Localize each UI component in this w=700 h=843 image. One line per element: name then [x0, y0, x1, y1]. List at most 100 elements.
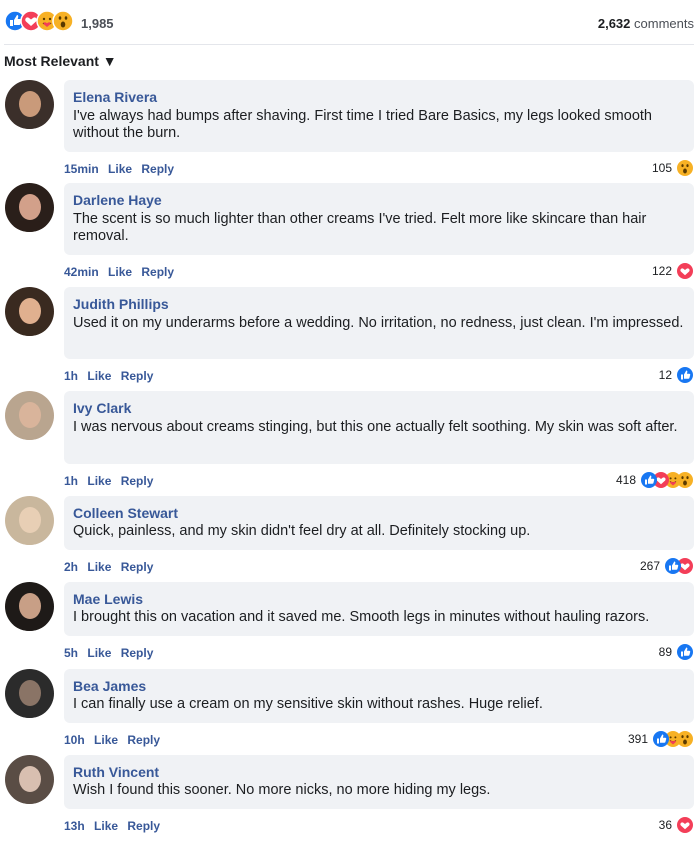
like-button[interactable]: Like — [87, 474, 111, 488]
avatar[interactable] — [5, 287, 54, 336]
reaction-icons[interactable] — [4, 10, 76, 32]
comment-reactions[interactable]: 391 — [628, 730, 694, 748]
comment-count-label: comments — [634, 16, 694, 31]
comment-item: Bea James I can finally use a cream on m… — [0, 669, 700, 751]
comment-reactions[interactable]: 105 — [652, 159, 694, 177]
like-icon — [677, 367, 693, 383]
comment-text: Quick, painless, and my skin didn't feel… — [73, 523, 531, 539]
wow-icon — [52, 10, 74, 32]
commenter-name[interactable]: Darlene Haye — [73, 192, 162, 208]
comment-bubble: Elena Rivera I've always had bumps after… — [64, 80, 694, 152]
divider — [4, 44, 694, 45]
comment-reactions[interactable]: 36 — [659, 816, 694, 834]
wow-icon — [677, 160, 693, 176]
comment-bubble: Judith Phillips Used it on my underarms … — [64, 287, 694, 359]
commenter-name[interactable]: Colleen Stewart — [73, 505, 178, 521]
comment-item: Mae Lewis I brought this on vacation and… — [0, 582, 700, 664]
like-button[interactable]: Like — [108, 265, 132, 279]
like-icon — [641, 472, 657, 488]
comment-count[interactable]: 2,632 comments — [598, 16, 694, 31]
comment-timestamp[interactable]: 15min — [64, 162, 99, 176]
comment-text: I was nervous about creams stinging, but… — [73, 419, 678, 435]
reply-button[interactable]: Reply — [121, 560, 154, 574]
like-icon — [653, 731, 669, 747]
comment-actions: 1h Like Reply — [64, 474, 159, 488]
comment-timestamp[interactable]: 2h — [64, 560, 78, 574]
like-button[interactable]: Like — [108, 162, 132, 176]
comment-reactions[interactable]: 122 — [652, 262, 694, 280]
reaction-count: 36 — [658, 818, 672, 832]
reaction-total[interactable]: 1,985 — [81, 16, 114, 31]
comment-bubble: Darlene Haye The scent is so much lighte… — [64, 183, 694, 255]
reaction-count: 89 — [658, 645, 672, 659]
avatar[interactable] — [5, 582, 54, 631]
comment-item: Judith Phillips Used it on my underarms … — [0, 287, 700, 387]
comment-timestamp[interactable]: 1h — [64, 474, 78, 488]
reaction-count: 12 — [658, 368, 672, 382]
comment-reactions[interactable]: 418 — [616, 471, 694, 489]
comment-actions: 5h Like Reply — [64, 646, 159, 660]
reaction-summary-bar: 1,985 2,632 comments — [0, 0, 700, 44]
comment-timestamp[interactable]: 13h — [64, 819, 85, 833]
comment-text: I brought this on vacation and it saved … — [73, 609, 650, 625]
avatar[interactable] — [5, 755, 54, 804]
comment-actions: 13h Like Reply — [64, 819, 166, 833]
commenter-name[interactable]: Ruth Vincent — [73, 764, 159, 780]
reaction-count: 267 — [639, 559, 660, 573]
reply-button[interactable]: Reply — [121, 646, 154, 660]
comment-timestamp[interactable]: 42min — [64, 265, 99, 279]
comment-reactions[interactable]: 12 — [659, 366, 694, 384]
commenter-name[interactable]: Mae Lewis — [73, 591, 143, 607]
love-icon — [677, 817, 693, 833]
comment-text: I can finally use a cream on my sensitiv… — [73, 696, 543, 712]
reaction-count: 122 — [651, 264, 672, 278]
reaction-count: 391 — [627, 732, 648, 746]
comment-actions: 42min Like Reply — [64, 265, 180, 279]
comment-text: Wish I found this sooner. No more nicks,… — [73, 782, 491, 798]
sort-dropdown[interactable]: Most Relevant ▼ — [4, 53, 117, 69]
reply-button[interactable]: Reply — [121, 369, 154, 383]
commenter-name[interactable]: Elena Rivera — [73, 89, 157, 105]
comment-item: Ivy Clark I was nervous about creams sti… — [0, 391, 700, 492]
comment-reactions[interactable]: 267 — [640, 557, 694, 575]
reply-button[interactable]: Reply — [141, 265, 174, 279]
commenter-name[interactable]: Ivy Clark — [73, 400, 131, 416]
comment-item: Colleen Stewart Quick, painless, and my … — [0, 496, 700, 578]
comment-bubble: Bea James I can finally use a cream on m… — [64, 669, 694, 723]
like-button[interactable]: Like — [87, 369, 111, 383]
reply-button[interactable]: Reply — [141, 162, 174, 176]
commenter-name[interactable]: Bea James — [73, 678, 146, 694]
comment-count-number: 2,632 — [597, 16, 631, 31]
reply-button[interactable]: Reply — [127, 733, 160, 747]
comment-actions: 10h Like Reply — [64, 733, 166, 747]
comment-timestamp[interactable]: 1h — [64, 369, 78, 383]
reaction-count: 105 — [651, 161, 672, 175]
comment-bubble: Colleen Stewart Quick, painless, and my … — [64, 496, 694, 550]
avatar[interactable] — [5, 183, 54, 232]
like-button[interactable]: Like — [87, 646, 111, 660]
like-icon — [677, 644, 693, 660]
like-button[interactable]: Like — [94, 819, 118, 833]
like-button[interactable]: Like — [94, 733, 118, 747]
comment-item: Ruth Vincent Wish I found this sooner. N… — [0, 755, 700, 837]
reply-button[interactable]: Reply — [127, 819, 160, 833]
comment-text: The scent is so much lighter than other … — [73, 211, 647, 244]
comment-reactions[interactable]: 89 — [659, 643, 694, 661]
comment-timestamp[interactable]: 5h — [64, 646, 78, 660]
commenter-name[interactable]: Judith Phillips — [73, 296, 169, 312]
avatar[interactable] — [5, 496, 54, 545]
comment-item: Elena Rivera I've always had bumps after… — [0, 80, 700, 180]
comment-actions: 15min Like Reply — [64, 162, 180, 176]
comment-actions: 2h Like Reply — [64, 560, 159, 574]
avatar[interactable] — [5, 391, 54, 440]
comment-item: Darlene Haye The scent is so much lighte… — [0, 183, 700, 283]
comment-bubble: Mae Lewis I brought this on vacation and… — [64, 582, 694, 636]
comment-text: Used it on my underarms before a wedding… — [73, 315, 684, 331]
avatar[interactable] — [5, 669, 54, 718]
comment-timestamp[interactable]: 10h — [64, 733, 85, 747]
reply-button[interactable]: Reply — [121, 474, 154, 488]
like-button[interactable]: Like — [87, 560, 111, 574]
comment-text: I've always had bumps after shaving. Fir… — [73, 108, 652, 141]
comment-bubble: Ivy Clark I was nervous about creams sti… — [64, 391, 694, 464]
avatar[interactable] — [5, 80, 54, 129]
